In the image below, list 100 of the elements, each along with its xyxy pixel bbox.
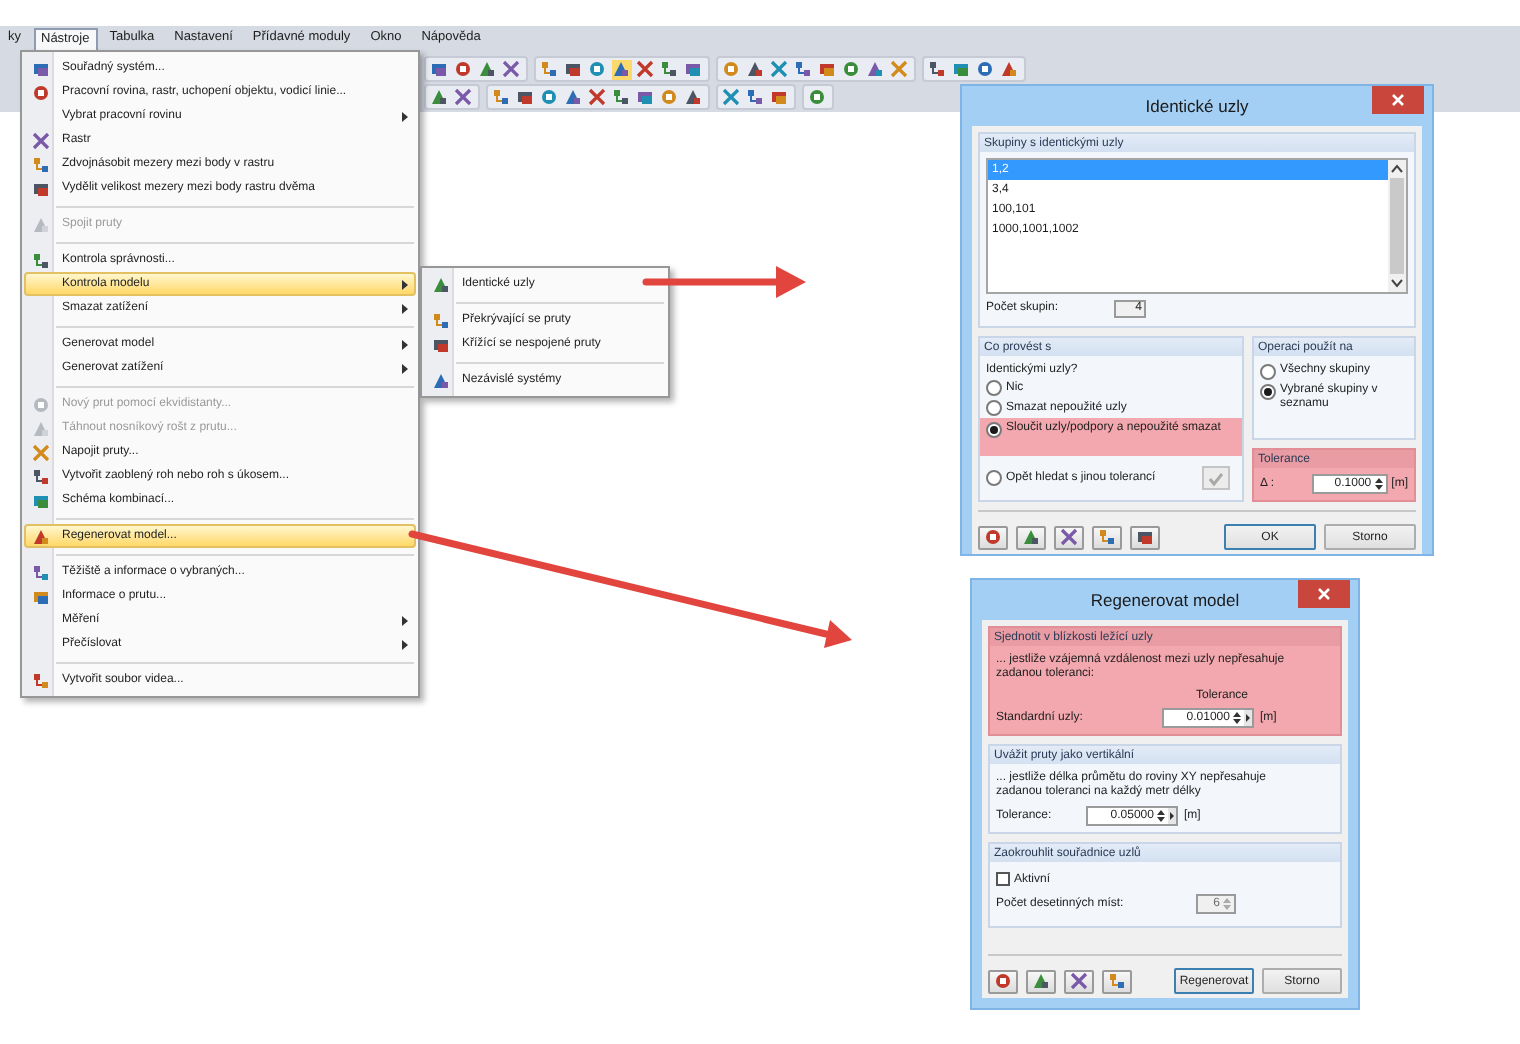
tool-icon[interactable]: [430, 87, 450, 107]
submenu-arrow-icon: [402, 639, 408, 649]
item-icon: [31, 563, 49, 581]
item-icon: [31, 527, 49, 545]
tool-icon[interactable]: [684, 59, 704, 79]
tool-icon: [994, 972, 1012, 990]
tool-icon[interactable]: [794, 59, 814, 79]
spinner-icon: [1232, 709, 1242, 725]
tool-button[interactable]: [1092, 525, 1122, 549]
tool-icon[interactable]: [492, 87, 512, 107]
tool-icon[interactable]: [660, 87, 680, 107]
tool-icon[interactable]: [636, 87, 656, 107]
radio-button[interactable]: [986, 422, 1002, 438]
radio-button[interactable]: [986, 380, 1002, 396]
tool-icon[interactable]: [612, 87, 632, 107]
tool-icon: [1136, 528, 1154, 546]
tool-icon: [1098, 528, 1116, 546]
submenu-arrow-icon: [402, 303, 408, 313]
tool-icon[interactable]: [454, 59, 474, 79]
tool-icon[interactable]: [722, 87, 742, 107]
tool-icon[interactable]: [976, 59, 996, 79]
close-button[interactable]: [1298, 580, 1350, 608]
tool-icon[interactable]: [770, 87, 790, 107]
tool-button[interactable]: [1130, 525, 1160, 549]
tool-icon[interactable]: [502, 59, 522, 79]
item-icon: [31, 671, 49, 689]
submenu-arrow-icon: [402, 363, 408, 373]
tool-button[interactable]: [978, 525, 1008, 549]
tool-icon[interactable]: [746, 87, 766, 107]
tool-button[interactable]: [1064, 969, 1094, 993]
radio-button[interactable]: [1260, 384, 1276, 400]
tool-icon[interactable]: [818, 59, 838, 79]
close-button[interactable]: [1372, 86, 1424, 114]
tool-icon[interactable]: [952, 59, 972, 79]
tool-icon[interactable]: [808, 87, 828, 107]
tool-icon[interactable]: [684, 87, 704, 107]
item-icon: [431, 371, 449, 389]
item-icon: [31, 179, 49, 197]
tool-icon[interactable]: [636, 59, 656, 79]
arrow-icon: [1244, 709, 1252, 725]
item-icon: [31, 131, 49, 149]
tool-button[interactable]: [1016, 525, 1046, 549]
item-icon: [31, 251, 49, 269]
submenu-arrow-icon: [402, 615, 408, 625]
spinner-icon: [1156, 807, 1166, 823]
tool-button[interactable]: [1102, 969, 1132, 993]
tool-icon[interactable]: [588, 87, 608, 107]
close-icon: [1392, 94, 1404, 106]
item-icon: [31, 155, 49, 173]
tool-button[interactable]: [1026, 969, 1056, 993]
submenu-arrow-icon: [402, 111, 408, 121]
close-icon: [1318, 588, 1330, 600]
spinner-icon: [1222, 895, 1232, 911]
tool-icon[interactable]: [746, 59, 766, 79]
tool-icon[interactable]: [540, 59, 560, 79]
window-title: Regenerovat model: [1088, 591, 1242, 609]
item-icon: [431, 311, 449, 329]
tool-icon: [1108, 972, 1126, 990]
tool-button[interactable]: [988, 969, 1018, 993]
submenu-arrow-icon: [402, 339, 408, 349]
item-icon: [431, 335, 449, 353]
tool-icon[interactable]: [842, 59, 862, 79]
radio-button[interactable]: [1260, 364, 1276, 380]
tool-icon[interactable]: [430, 59, 450, 79]
tool-icon[interactable]: [866, 59, 886, 79]
scrollbar: [1388, 160, 1406, 292]
tool-icon[interactable]: [516, 87, 536, 107]
tool-icon[interactable]: [564, 59, 584, 79]
item-icon: [31, 395, 49, 413]
item-icon: [31, 491, 49, 509]
arrow-icon: [1168, 807, 1176, 823]
radio-button[interactable]: [986, 470, 1002, 486]
tool-icon[interactable]: [928, 59, 948, 79]
tool-button[interactable]: [1054, 525, 1084, 549]
tool-icon[interactable]: [540, 87, 560, 107]
item-icon: [31, 443, 49, 461]
radio-button[interactable]: [986, 400, 1002, 416]
tool-icon: [1070, 972, 1088, 990]
spinner-icon: [1373, 476, 1384, 492]
tool-icon: [1032, 972, 1050, 990]
item-icon: [31, 587, 49, 605]
check-icon: [1208, 471, 1224, 485]
tool-icon: [984, 528, 1002, 546]
tool-icon[interactable]: [588, 59, 608, 79]
tool-icon[interactable]: [722, 59, 742, 79]
submenu-arrow-icon: [402, 279, 408, 289]
tool-icon[interactable]: [478, 59, 498, 79]
tool-icon[interactable]: [1000, 59, 1020, 79]
tool-icon[interactable]: [454, 87, 474, 107]
tool-icon[interactable]: [660, 59, 680, 79]
tool-icon: [1022, 528, 1040, 546]
item-icon: [431, 275, 449, 293]
window-title: Identické uzly: [1143, 97, 1251, 115]
item-icon: [31, 83, 49, 101]
item-icon: [31, 467, 49, 485]
tool-icon[interactable]: [612, 59, 632, 79]
item-icon: [31, 59, 49, 77]
tool-icon[interactable]: [770, 59, 790, 79]
item-icon: [31, 419, 49, 437]
tool-icon[interactable]: [564, 87, 584, 107]
